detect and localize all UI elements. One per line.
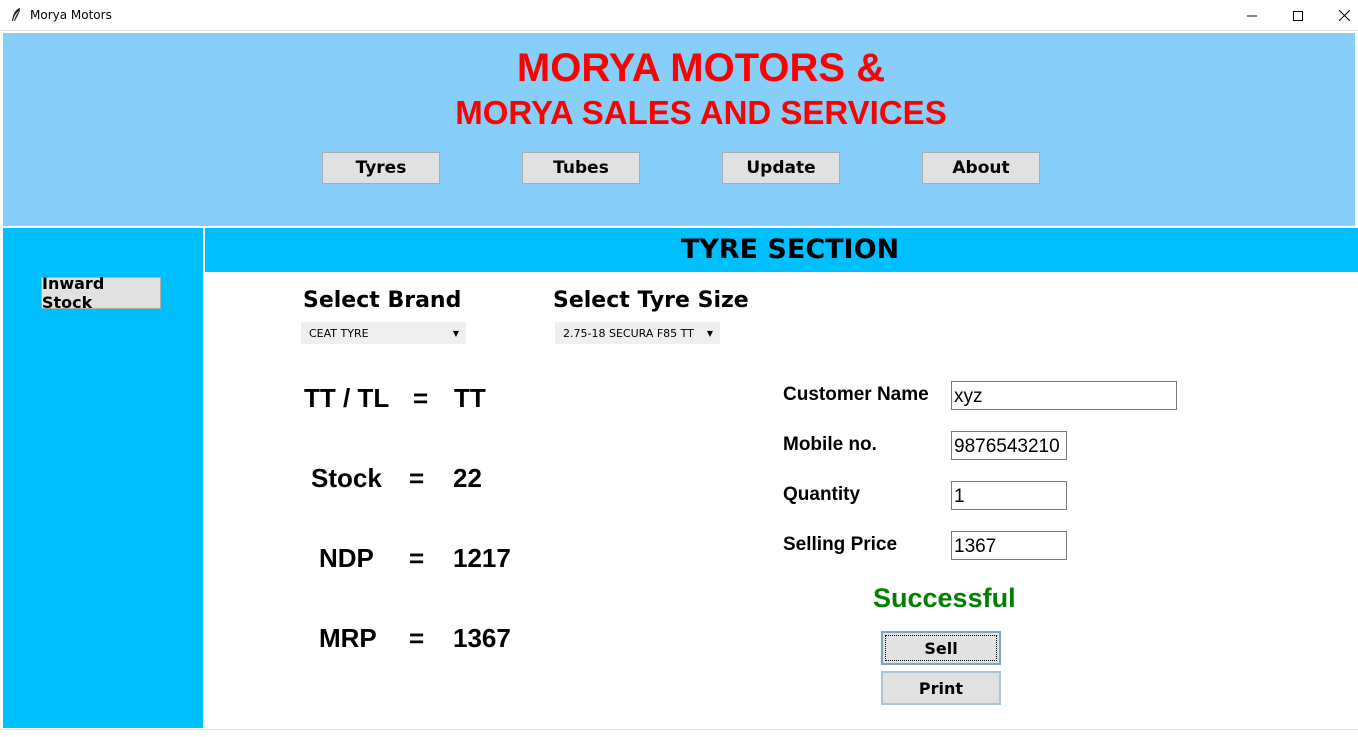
window-titlebar: Morya Motors [0,0,1358,31]
mrp-label: MRP [319,623,377,653]
maximize-icon [1293,10,1303,21]
ndp-label: NDP [319,543,374,573]
mobile-label: Mobile no. [783,434,877,455]
brand-select-value: CEAT TYRE [309,327,369,340]
ndp-equals: = [409,543,425,573]
brand-label: Select Brand [303,288,462,313]
company-subtitle: MORYA SALES AND SERVICES [455,94,947,131]
status-message: Successful [873,583,1016,613]
tubes-button[interactable]: Tubes [522,152,640,184]
ndp-value: 1217 [453,543,511,573]
stock-equals: = [409,463,425,493]
sell-button[interactable]: Sell [881,631,1001,665]
update-button[interactable]: Update [722,152,840,184]
tt-tl-value: TT [454,383,486,413]
tyres-button[interactable]: Tyres [322,152,440,184]
inward-stock-button[interactable]: Inward Stock [41,274,161,312]
company-title: MORYA MOTORS & [516,46,886,90]
chevron-down-icon: ▼ [452,329,459,338]
minimize-icon [1247,15,1257,16]
tt-tl-equals: = [413,383,429,413]
selling-price-label: Selling Price [783,534,898,555]
customer-name-input[interactable] [951,381,1177,410]
quantity-label: Quantity [783,484,861,505]
minimize-button[interactable] [1229,0,1275,31]
feather-icon [10,7,22,23]
tyre-size-label: Select Tyre Size [553,288,749,313]
print-button[interactable]: Print [881,671,1001,705]
window-title: Morya Motors [30,8,112,22]
sidebar: Inward Stock [3,228,203,728]
quantity-input[interactable] [951,481,1067,510]
header-banner: MORYA MOTORS & MORYA SALES AND SERVICES … [3,33,1355,226]
about-button[interactable]: About [922,152,1040,184]
maximize-button[interactable] [1275,0,1321,31]
stock-label: Stock [311,463,382,493]
tyre-size-select-value: 2.75-18 SECURA F85 TT 42 [563,327,697,340]
tt-tl-label: TT / TL [304,383,390,413]
tyre-size-select[interactable]: 2.75-18 SECURA F85 TT 42 ▼ [555,322,720,344]
mrp-value: 1367 [453,623,511,653]
close-button[interactable] [1321,0,1358,31]
customer-name-label: Customer Name [783,384,929,405]
divider [0,729,1358,730]
chevron-down-icon: ▼ [706,329,713,338]
mrp-equals: = [409,623,425,653]
selling-price-input[interactable] [951,531,1067,560]
mobile-input[interactable] [951,431,1067,460]
stock-value: 22 [453,463,482,493]
section-title: TYRE SECTION [680,234,900,265]
close-icon [1338,10,1350,21]
section-header: TYRE SECTION [205,228,1358,272]
brand-select[interactable]: CEAT TYRE ▼ [301,322,466,344]
